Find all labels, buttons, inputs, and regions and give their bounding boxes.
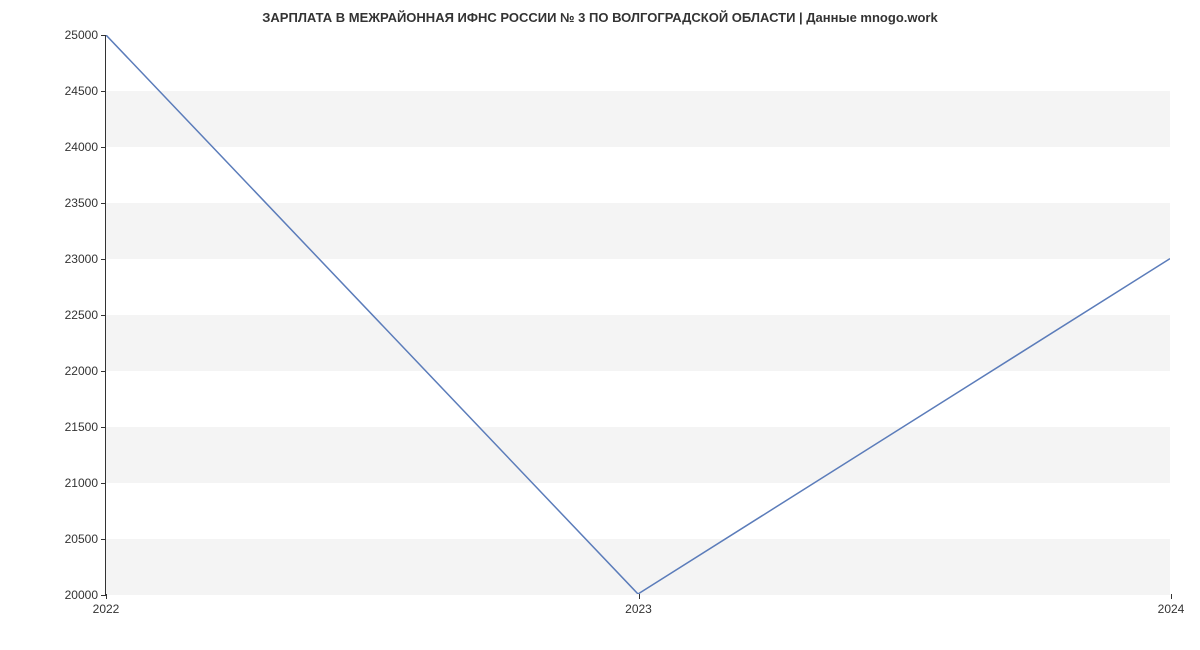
y-tick-label: 20500 bbox=[65, 532, 98, 546]
grid-band bbox=[106, 203, 1170, 259]
y-tick-label: 23000 bbox=[65, 252, 98, 266]
grid-band bbox=[106, 91, 1170, 147]
x-tick-label: 2024 bbox=[1158, 602, 1185, 616]
chart-container: 2000020500210002150022000225002300023500… bbox=[105, 35, 1170, 595]
y-tick-label: 22500 bbox=[65, 308, 98, 322]
y-tick-label: 20000 bbox=[65, 588, 98, 602]
x-tick-mark bbox=[106, 594, 107, 599]
y-tick-mark bbox=[101, 259, 106, 260]
y-tick-label: 25000 bbox=[65, 28, 98, 42]
y-tick-mark bbox=[101, 315, 106, 316]
grid-band bbox=[106, 315, 1170, 371]
grid-band bbox=[106, 539, 1170, 595]
y-tick-mark bbox=[101, 539, 106, 540]
y-tick-label: 23500 bbox=[65, 196, 98, 210]
y-tick-label: 22000 bbox=[65, 364, 98, 378]
x-tick-label: 2023 bbox=[625, 602, 652, 616]
y-tick-mark bbox=[101, 371, 106, 372]
y-tick-mark bbox=[101, 35, 106, 36]
plot-area: 2000020500210002150022000225002300023500… bbox=[105, 35, 1170, 595]
y-tick-mark bbox=[101, 203, 106, 204]
x-tick-mark bbox=[1171, 594, 1172, 599]
y-tick-mark bbox=[101, 483, 106, 484]
y-tick-label: 24000 bbox=[65, 140, 98, 154]
y-tick-label: 21500 bbox=[65, 420, 98, 434]
y-tick-mark bbox=[101, 147, 106, 148]
grid-band bbox=[106, 427, 1170, 483]
y-tick-label: 21000 bbox=[65, 476, 98, 490]
x-tick-mark bbox=[639, 594, 640, 599]
x-tick-label: 2022 bbox=[93, 602, 120, 616]
y-tick-mark bbox=[101, 427, 106, 428]
chart-title: ЗАРПЛАТА В МЕЖРАЙОННАЯ ИФНС РОССИИ № 3 П… bbox=[0, 0, 1200, 25]
y-tick-label: 24500 bbox=[65, 84, 98, 98]
y-tick-mark bbox=[101, 91, 106, 92]
